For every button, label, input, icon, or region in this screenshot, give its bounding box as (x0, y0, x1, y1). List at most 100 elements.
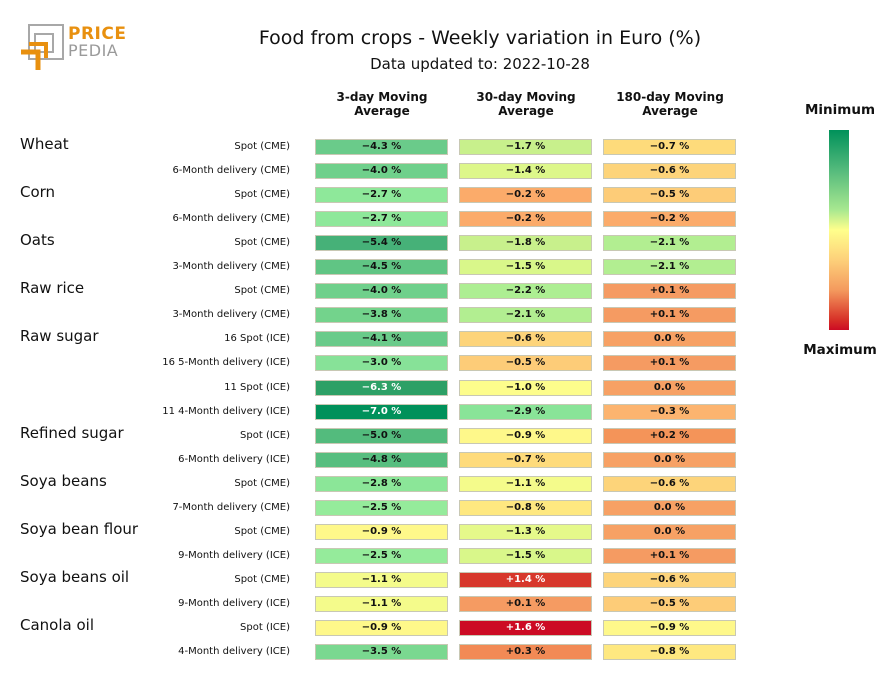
heatmap-cell: −0.8 % (459, 499, 592, 516)
heatmap-cell: −4.0 % (315, 283, 448, 300)
group-label: Soya beans (20, 471, 107, 490)
heatmap-cell: 0.0 % (603, 499, 736, 516)
heatmap-cell: −0.8 % (603, 644, 736, 661)
heatmap-cell: −5.0 % (315, 427, 448, 444)
row-label: Spot (ICE) (240, 622, 290, 633)
row-label: 16 5-Month delivery (ICE) (162, 357, 290, 369)
heatmap-cell: −0.2 % (603, 211, 736, 228)
heatmap-cell: −0.3 % (603, 403, 736, 420)
heatmap-cell: 0.0 % (603, 523, 736, 540)
heatmap-cell: −5.4 % (315, 235, 448, 252)
heatmap-cell: −2.5 % (315, 499, 448, 516)
heatmap-cell: −4.3 % (315, 139, 448, 155)
legend-colorbar (829, 130, 849, 330)
group-label: Raw sugar (20, 327, 99, 346)
heatmap-cell: −0.6 % (603, 475, 736, 492)
heatmap-cell: −1.0 % (459, 379, 592, 396)
heatmap-cell: −1.5 % (459, 547, 592, 564)
column-header-3day: 3-day Moving Average (312, 90, 452, 118)
heatmap-cell: −3.0 % (315, 355, 448, 372)
heatmap-cell: −0.6 % (603, 163, 736, 180)
row-label: 11 4-Month delivery (ICE) (162, 405, 290, 417)
heatmap-cell: −0.9 % (315, 620, 448, 636)
row-label: Spot (CME) (234, 237, 290, 249)
heatmap-cell: −0.9 % (315, 523, 448, 540)
group-label: Oats (20, 231, 55, 250)
heatmap-cell: −2.7 % (315, 211, 448, 228)
heatmap-cell: −0.9 % (603, 620, 736, 636)
group-label: Refined sugar (20, 423, 124, 442)
heatmap-cell: −4.0 % (315, 163, 448, 180)
row-label: 7-Month delivery (CME) (172, 501, 290, 513)
column-header-line: Average (354, 104, 410, 118)
heatmap-cell: −0.5 % (603, 595, 736, 612)
column-header-line: Average (498, 104, 554, 118)
row-label: Spot (CME) (234, 525, 290, 537)
heatmap-cell: +0.1 % (603, 283, 736, 300)
heatmap-cell: −2.9 % (459, 403, 592, 420)
heatmap-cell: 0.0 % (603, 379, 736, 396)
heatmap-cell: −2.1 % (603, 259, 736, 276)
heatmap-cell: −0.6 % (603, 571, 736, 588)
heatmap-cell: −0.2 % (459, 211, 592, 228)
heatmap-cell: −2.1 % (459, 307, 592, 324)
group-label: Soya bean flour (20, 519, 139, 538)
heatmap-cell: −1.7 % (459, 139, 592, 155)
column-header-30day: 30-day Moving Average (456, 90, 596, 118)
group-label: Soya beans oil (20, 567, 130, 586)
row-label: 11 Spot (ICE) (224, 381, 290, 393)
heatmap-cell: −0.6 % (459, 331, 592, 348)
legend-maximum-label: Maximum (803, 342, 877, 358)
row-label: 6-Month delivery (CME) (172, 165, 290, 177)
row-label: 16 Spot (ICE) (224, 333, 290, 345)
row-label: 9-Month delivery (ICE) (178, 549, 290, 561)
heatmap-cell: −3.8 % (315, 307, 448, 324)
heatmap-cell: 0.0 % (603, 451, 736, 468)
heatmap-cell: +0.1 % (603, 307, 736, 324)
row-label: 9-Month delivery (ICE) (178, 597, 290, 609)
column-header-line: 180-day Moving (616, 90, 724, 104)
heatmap-cell: +1.6 % (459, 620, 592, 636)
heatmap-cell: −1.8 % (459, 235, 592, 252)
heatmap-cell: −0.5 % (603, 187, 736, 204)
heatmap-cell: −1.1 % (459, 475, 592, 492)
heatmap-cell: +1.4 % (459, 571, 592, 588)
heatmap-cell: −2.7 % (315, 187, 448, 204)
heatmap-cell: −0.5 % (459, 355, 592, 372)
group-label: Corn (20, 183, 56, 202)
heatmap-cell: −1.4 % (459, 163, 592, 180)
heatmap-cell: −1.1 % (315, 571, 448, 588)
row-label: Spot (CME) (234, 285, 290, 297)
heatmap-cell: +0.1 % (459, 595, 592, 612)
heatmap-cell: −1.3 % (459, 523, 592, 540)
row-label: 3-Month delivery (CME) (172, 261, 290, 273)
row-label: 6-Month delivery (CME) (172, 213, 290, 225)
heatmap-cell: −2.8 % (315, 475, 448, 492)
heatmap-cell: −4.8 % (315, 451, 448, 468)
column-header-180day: 180-day Moving Average (600, 90, 740, 118)
heatmap-cell: −4.5 % (315, 259, 448, 276)
chart-subtitle: Data updated to: 2022-10-28 (370, 55, 590, 73)
heatmap-cell: +0.1 % (603, 355, 736, 372)
column-header-line: 30-day Moving (476, 90, 576, 104)
heatmap-cell: −2.1 % (603, 235, 736, 252)
row-label: 6-Month delivery (ICE) (178, 453, 290, 465)
heatmap-cell: −1.5 % (459, 259, 592, 276)
row-label: Spot (CME) (234, 477, 290, 489)
heatmap-cell: +0.3 % (459, 644, 592, 661)
row-label: 4-Month delivery (ICE) (178, 646, 290, 658)
column-header-line: 3-day Moving (336, 90, 428, 104)
heatmap-cell: −2.2 % (459, 283, 592, 300)
heatmap-cell: −7.0 % (315, 403, 448, 420)
heatmap-cell: −0.7 % (603, 139, 736, 155)
heatmap-cell: −0.2 % (459, 187, 592, 204)
chart-title: Food from crops - Weekly variation in Eu… (258, 27, 702, 49)
column-header-line: Average (642, 104, 698, 118)
heatmap-cell: −0.7 % (459, 451, 592, 468)
row-label: Spot (CME) (234, 141, 290, 152)
heatmap-cell: −4.1 % (315, 331, 448, 348)
heatmap-cell: −6.3 % (315, 379, 448, 396)
group-label: Raw rice (20, 279, 85, 298)
row-label: Spot (CME) (234, 189, 290, 201)
legend-minimum-label: Minimum (804, 102, 876, 118)
